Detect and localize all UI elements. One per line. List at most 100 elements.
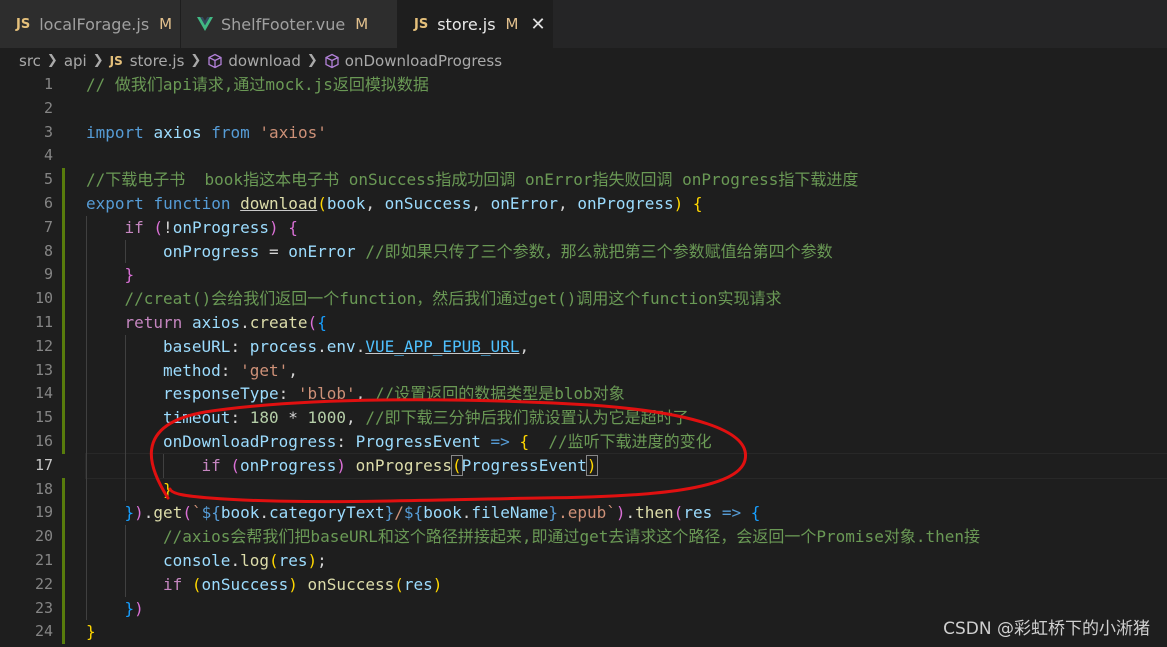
line-number: 9 (43, 265, 53, 284)
breadcrumb-symbol-ondownloadprogress[interactable]: onDownloadProgress (324, 52, 502, 70)
code-line[interactable]: 2 (0, 97, 1167, 121)
code-punctuation (250, 123, 260, 142)
breadcrumb-src[interactable]: src (19, 52, 41, 70)
breadcrumb-symbol-download[interactable]: download (207, 52, 301, 70)
code-punctuation: , (288, 360, 298, 380)
code-identifier: onProgress (172, 217, 270, 237)
code-identifier: console (163, 550, 231, 570)
javascript-file-icon: JS (414, 16, 429, 32)
code-bracket: } (124, 598, 135, 618)
code-identifier: onProgress (240, 455, 337, 475)
code-identifier: book (423, 503, 462, 523)
code-line[interactable]: 19}).get(`${book.categoryText}/${book.fi… (0, 501, 1167, 525)
code-punctuation: , (355, 384, 375, 404)
code-punctuation (356, 242, 366, 261)
code-bracket: ( (673, 503, 684, 523)
code-line[interactable]: 9} (0, 263, 1167, 287)
code-line[interactable]: 18} (0, 478, 1167, 502)
code-bracket: ) (134, 598, 144, 618)
tab-localforage[interactable]: JS localForage.js M (0, 0, 181, 48)
tab-shelffooter[interactable]: ShelfFooter.vue M (181, 0, 398, 48)
code-line[interactable]: 3 import axios from 'axios' (0, 121, 1167, 145)
code-identifier: env (326, 336, 356, 356)
code-editor[interactable]: 1// 做我们api请求,通过mock.js返回模拟数据 2 3 import axi… (0, 73, 1167, 647)
line-number: 13 (34, 360, 53, 379)
code-identifier: categoryText (269, 503, 385, 523)
code-keyword: from (211, 122, 250, 142)
code-punctuation (683, 194, 693, 213)
code-line[interactable]: 4 (0, 144, 1167, 168)
line-number: 6 (43, 193, 53, 212)
code-line[interactable]: 7 if (!onProgress) { (0, 216, 1167, 240)
code-comment: //creat()会给我们返回一个function，然后我们通过get()调用这… (124, 289, 782, 309)
code-line[interactable]: 20 //axios会帮我们把baseURL和这个路径拼接起来,即通过get去请求… (0, 525, 1167, 549)
code-bracket: ) (432, 574, 443, 594)
code-keyword: ${ (403, 503, 424, 523)
code-bracket: ) (336, 455, 347, 475)
code-line[interactable]: 16 onDownloadProgress: ProgressEvent => {… (0, 430, 1167, 454)
code-line[interactable]: 11 return axios.create({ (0, 311, 1167, 335)
code-line[interactable]: 15 timeout: 180 * 1000, //即下载三分钟后我们就设置认为它… (0, 406, 1167, 430)
code-punctuation (712, 503, 722, 522)
close-icon[interactable]: ✕ (531, 14, 546, 35)
line-number: 12 (34, 336, 53, 355)
code-punctuation (144, 123, 154, 142)
code-bracket: ) (673, 193, 684, 213)
code-line[interactable]: 6 export function download(book, onSucces… (0, 192, 1167, 216)
code-bracket: ( (451, 454, 463, 476)
code-line[interactable]: 10 //creat()会给我们返回一个function，然后我们通过get()调… (0, 287, 1167, 311)
code-bracket: } (124, 503, 135, 523)
code-text: import axios from 'axios' (86, 121, 1167, 145)
code-punctuation: , (519, 336, 530, 356)
code-string: / (394, 503, 404, 523)
code-function: get (153, 503, 183, 523)
code-bracket: ( (230, 455, 241, 475)
code-line[interactable]: 14 responseType: 'blob', //设置返回的数据类型是blob… (0, 382, 1167, 406)
code-line[interactable]: 12 baseURL: process.env.VUE_APP_EPUB_URL, (0, 335, 1167, 359)
code-line[interactable]: 21 console.log(res); (0, 549, 1167, 573)
breadcrumb-api[interactable]: api (64, 52, 87, 70)
chevron-right-icon: ❯ (92, 53, 104, 68)
code-keyword: if (201, 455, 221, 475)
code-bracket: ) (585, 454, 598, 476)
line-number: 10 (34, 289, 53, 308)
line-number: 17 (34, 455, 53, 474)
code-bracket: ( (317, 193, 327, 213)
code-line[interactable]: 1 // 做我们api请求,通过mock.js返回模拟数据 (0, 73, 1167, 97)
breadcrumb-symbol-label: onDownloadProgress (344, 51, 503, 70)
code-punctuation (231, 194, 241, 213)
code-identifier: onSuccess (201, 574, 289, 594)
code-bracket: ( (307, 312, 318, 332)
code-line[interactable]: 17 if (onProgress) onProgress(ProgressEve… (0, 452, 1167, 479)
code-line[interactable]: 8 onProgress = onError //即如果只传了三个参数，那么就把第… (0, 240, 1167, 264)
code-text: } (86, 478, 1167, 502)
code-identifier: onError (288, 241, 356, 261)
code-keyword: return (124, 312, 183, 332)
chevron-right-icon: ❯ (190, 53, 202, 68)
code-punctuation: * (278, 408, 308, 428)
code-text: baseURL: process.env.VUE_APP_EPUB_URL, (86, 335, 1167, 359)
code-identifier: onError (490, 193, 559, 213)
code-text: if (!onProgress) { (86, 216, 1167, 240)
code-punctuation: . (230, 550, 241, 570)
code-punctuation: . (143, 503, 154, 523)
line-number: 23 (34, 598, 53, 617)
tab-store-active[interactable]: JS store.js M ✕ (398, 0, 553, 48)
code-identifier: ProgressEvent (461, 455, 587, 475)
javascript-file-icon: JS (16, 16, 31, 32)
code-punctuation (510, 432, 520, 451)
code-punctuation: . (259, 503, 270, 523)
code-number: 1000 (307, 408, 347, 428)
line-number: 18 (34, 479, 53, 498)
breadcrumb-file[interactable]: JS store.js (110, 52, 185, 70)
code-line[interactable]: 5 //下载电子书 book指这本电子书 onSuccess指成功回调 onErr… (0, 168, 1167, 192)
code-punctuation (279, 218, 289, 237)
code-keyword: => (721, 503, 742, 523)
code-punctuation: , (558, 193, 578, 213)
code-text: console.log(res); (86, 549, 1167, 573)
line-number: 1 (43, 75, 53, 93)
code-keyword: } (548, 503, 559, 523)
chevron-right-icon: ❯ (46, 53, 58, 68)
code-line[interactable]: 22 if (onSuccess) onSuccess(res) (0, 573, 1167, 597)
code-line[interactable]: 13 method: 'get', (0, 359, 1167, 383)
